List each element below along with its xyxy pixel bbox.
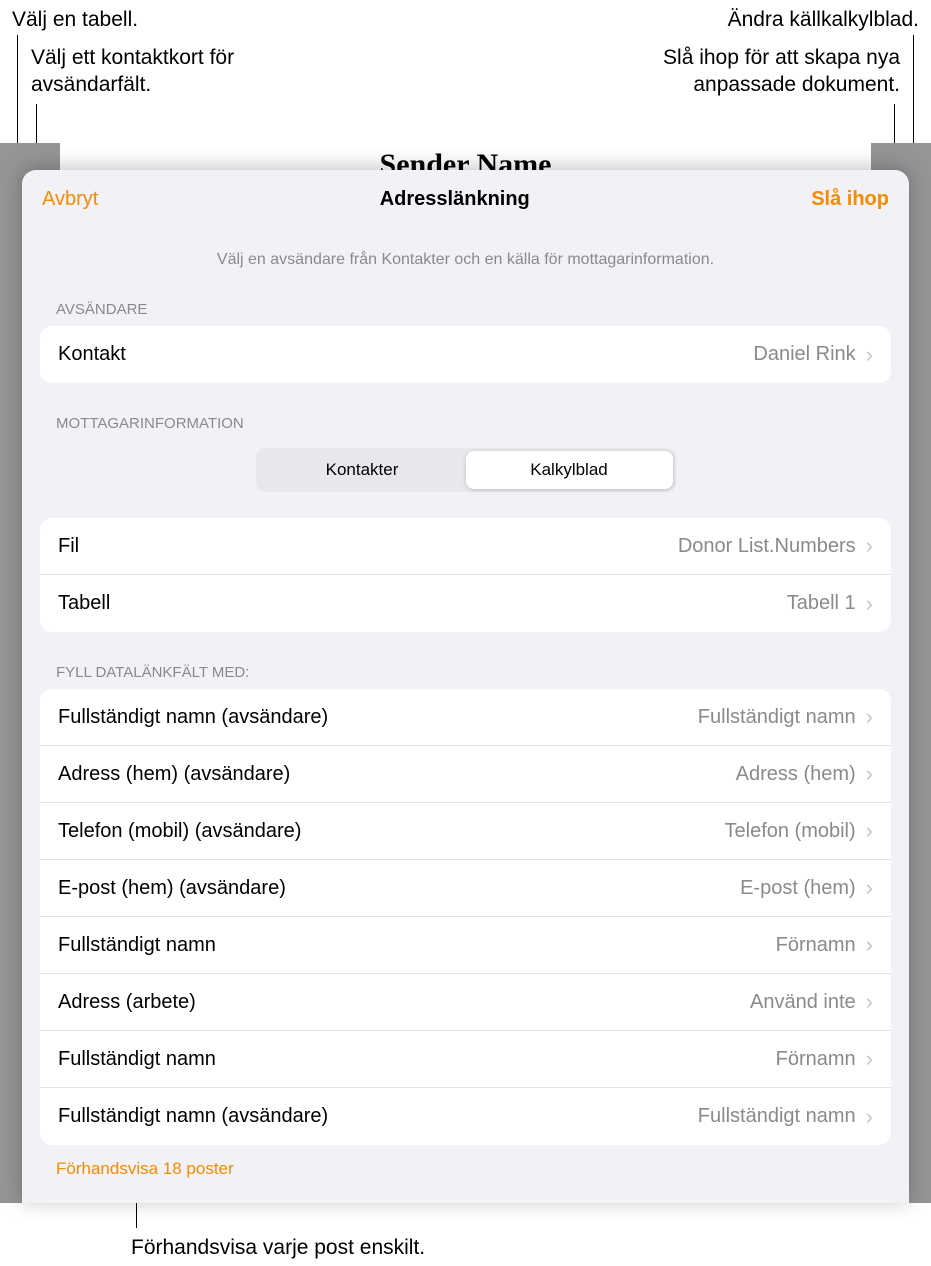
row-label: Kontakt — [58, 343, 753, 366]
merge-button[interactable]: Slå ihop — [811, 188, 889, 211]
fields-group: Fullständigt namn (avsändare)Fullständig… — [40, 689, 891, 1145]
row-value: Förnamn — [776, 1048, 856, 1071]
row-value: Tabell 1 — [787, 592, 856, 615]
row-label: Telefon (mobil) (avsändare) — [58, 820, 725, 843]
row-label: E-post (hem) (avsändare) — [58, 877, 740, 900]
section-header-sender: Avsändare — [22, 279, 909, 326]
field-mapping-row[interactable]: Fullständigt namn (avsändare)Fullständig… — [40, 689, 891, 746]
chevron-right-icon: › — [866, 820, 873, 842]
row-label: Fullständigt namn (avsändare) — [58, 706, 698, 729]
row-label: Tabell — [58, 592, 787, 615]
chevron-right-icon: › — [866, 706, 873, 728]
row-value: E-post (hem) — [740, 877, 856, 900]
callout-sender-card: Välj ett kontaktkort för avsändarfält. — [31, 44, 234, 99]
field-mapping-row[interactable]: Fullständigt namnFörnamn › — [40, 1031, 891, 1088]
field-mapping-row[interactable]: Fullständigt namnFörnamn › — [40, 917, 891, 974]
source-segmented-control: Kontakter Kalkylblad — [256, 448, 676, 492]
chevron-right-icon: › — [866, 991, 873, 1013]
row-value: Fullständigt namn — [698, 1105, 856, 1128]
field-mapping-row[interactable]: Adress (arbete)Använd inte › — [40, 974, 891, 1031]
field-mapping-row[interactable]: Fullständigt namn (avsändare)Fullständig… — [40, 1088, 891, 1145]
table-row[interactable]: Tabell Tabell 1 › — [40, 575, 891, 632]
chevron-right-icon: › — [866, 593, 873, 615]
chevron-right-icon: › — [866, 535, 873, 557]
segmented-control-wrap: Kontakter Kalkylblad — [22, 440, 909, 518]
row-value: Använd inte — [750, 991, 856, 1014]
callout-preview: Förhandsvisa varje post enskilt. — [131, 1234, 425, 1261]
sender-group: Kontakt Daniel Rink › — [40, 326, 891, 383]
chevron-right-icon: › — [866, 763, 873, 785]
cancel-button[interactable]: Avbryt — [42, 188, 98, 211]
chevron-right-icon: › — [866, 344, 873, 366]
callout-select-table: Välj en tabell. — [12, 6, 138, 33]
row-label: Fullständigt namn — [58, 1048, 776, 1071]
section-header-recipient: Mottagarinformation — [22, 383, 909, 440]
chevron-right-icon: › — [866, 877, 873, 899]
row-label: Adress (hem) (avsändare) — [58, 763, 736, 786]
callout-text: avsändarfält. — [31, 73, 151, 96]
row-label: Fullständigt namn (avsändare) — [58, 1105, 698, 1128]
preview-records-link[interactable]: Förhandsvisa 18 poster — [22, 1145, 909, 1193]
sheet-header: Avbryt Adresslänkning Slå ihop — [22, 170, 909, 225]
chevron-right-icon: › — [866, 1048, 873, 1070]
segment-spreadsheet[interactable]: Kalkylblad — [466, 451, 673, 489]
callout-merge: Slå ihop för att skapa nya anpassade dok… — [663, 44, 900, 99]
file-row[interactable]: Fil Donor List.Numbers › — [40, 518, 891, 575]
source-group: Fil Donor List.Numbers › Tabell Tabell 1… — [40, 518, 891, 632]
section-header-populate: Fyll datalänkfält med: — [22, 632, 909, 689]
row-label: Fil — [58, 535, 678, 558]
row-value: Fullständigt namn — [698, 706, 856, 729]
callout-change-source: Ändra källkalkylblad. — [728, 6, 919, 33]
row-value: Donor List.Numbers — [678, 535, 856, 558]
chevron-right-icon: › — [866, 934, 873, 956]
chevron-right-icon: › — [866, 1106, 873, 1128]
field-mapping-row[interactable]: Adress (hem) (avsändare)Adress (hem) › — [40, 746, 891, 803]
mail-merge-sheet: Avbryt Adresslänkning Slå ihop Välj en a… — [22, 170, 909, 1203]
callout-text: Slå ihop för att skapa nya — [663, 46, 900, 69]
field-mapping-row[interactable]: Telefon (mobil) (avsändare)Telefon (mobi… — [40, 803, 891, 860]
field-mapping-row[interactable]: E-post (hem) (avsändare)E-post (hem) › — [40, 860, 891, 917]
sheet-title: Adresslänkning — [380, 188, 530, 211]
row-value: Adress (hem) — [736, 763, 856, 786]
row-label: Fullständigt namn — [58, 934, 776, 957]
callout-text: Välj ett kontaktkort för — [31, 46, 234, 69]
row-value: Daniel Rink — [753, 343, 855, 366]
sheet-subtitle: Välj en avsändare från Kontakter och en … — [22, 225, 909, 279]
callout-text: anpassade dokument. — [693, 73, 900, 96]
row-label: Adress (arbete) — [58, 991, 750, 1014]
contact-row[interactable]: Kontakt Daniel Rink › — [40, 326, 891, 383]
row-value: Telefon (mobil) — [725, 820, 856, 843]
segment-contacts[interactable]: Kontakter — [259, 451, 466, 489]
row-value: Förnamn — [776, 934, 856, 957]
